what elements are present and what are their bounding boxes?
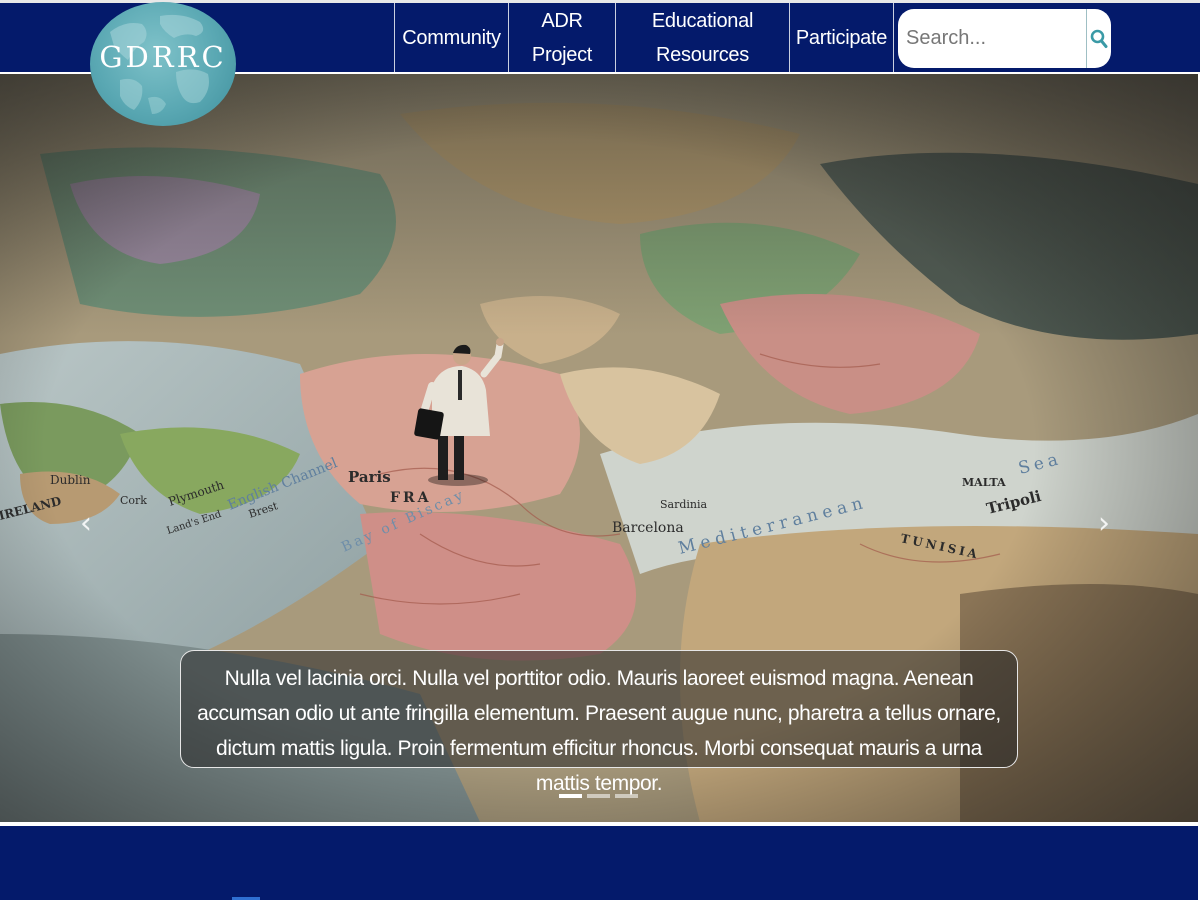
map-label-dublin: Dublin <box>50 473 91 487</box>
nav-adr-line1: ADR <box>541 9 583 32</box>
carousel-indicator-3[interactable] <box>615 794 638 798</box>
map-label-malta: MALTA <box>962 476 1006 489</box>
map-label-paris: Paris <box>348 468 391 486</box>
nav-edu-label: Educational Resources <box>651 4 754 72</box>
carousel-indicators <box>559 794 638 798</box>
map-label-barcelona: Barcelona <box>612 520 684 536</box>
hero-carousel: Paris FRA Barcelona Mediterranean Sea TU… <box>0 74 1198 822</box>
carousel-caption: Nulla vel lacinia orci. Nulla vel portti… <box>180 650 1018 795</box>
search-box <box>898 9 1111 68</box>
search-icon <box>1090 29 1108 48</box>
carousel-indicator-1[interactable] <box>559 794 582 798</box>
nav-edu-line2: Resources <box>656 43 749 66</box>
nav-adr-project[interactable]: ADR Project <box>508 3 615 72</box>
map-label-cork: Cork <box>120 494 147 507</box>
nav-adr-line2: Project <box>531 43 593 66</box>
carousel-next-button[interactable]: › <box>1098 506 1110 541</box>
carousel-prev-button[interactable]: ‹ <box>80 506 92 541</box>
chevron-right-icon: › <box>1098 506 1110 541</box>
nav-community-label: Community <box>402 26 501 49</box>
site-logo[interactable]: GDRRC <box>90 2 236 126</box>
footer-band <box>0 826 1198 900</box>
logo-text: GDRRC <box>99 40 227 74</box>
nav-edu-line1: Educational <box>651 9 754 32</box>
nav-adr-project-label: ADR Project <box>532 4 592 72</box>
nav-educational-resources[interactable]: Educational Resources <box>615 3 789 72</box>
nav-community[interactable]: Community <box>394 3 508 72</box>
map-label-sardinia: Sardinia <box>660 498 708 511</box>
carousel-indicator-2[interactable] <box>587 794 610 798</box>
nav-participate-label: Participate <box>795 26 888 49</box>
search-button[interactable] <box>1086 9 1111 68</box>
chevron-left-icon: ‹ <box>80 506 92 541</box>
search-input[interactable] <box>898 9 1087 68</box>
nav-participate[interactable]: Participate <box>789 3 894 72</box>
main-nav: Community ADR Project Educational Resour… <box>394 3 894 72</box>
